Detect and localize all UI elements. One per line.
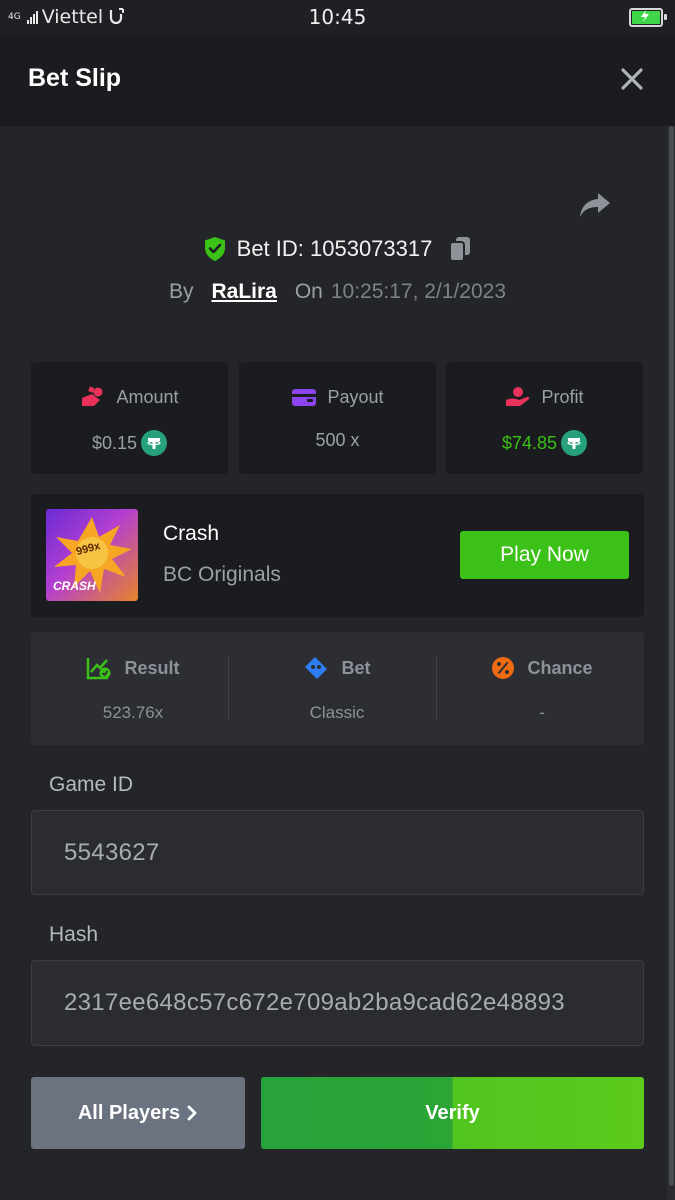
play-now-button[interactable]: Play Now [460, 531, 629, 579]
payout-header: Payout [239, 386, 436, 408]
amount-value-row: $0.15 [31, 430, 228, 456]
thumb-title: CRASH [53, 579, 96, 593]
close-icon[interactable] [619, 66, 645, 92]
amount-card: Amount $0.15 [31, 362, 228, 474]
profit-header: Profit [446, 386, 643, 408]
game-card: 999x CRASH Crash BC Originals Play Now [31, 494, 644, 617]
coin-hand-icon [82, 386, 103, 406]
game-id-field[interactable]: 5543627 [31, 810, 644, 895]
game-id-label: Game ID [49, 773, 134, 796]
by-label: By [168, 280, 194, 303]
result-header: Result [31, 656, 235, 680]
hash-label: Hash [49, 923, 99, 946]
ticket-icon [305, 657, 328, 679]
bet-author-row: By RaLira On 10:25:17, 2/1/2023 [0, 280, 675, 304]
chevron-right-icon [187, 1105, 197, 1121]
payout-value: 500 x [315, 430, 360, 450]
amount-header: Amount [31, 386, 228, 408]
amount-value: $0.15 [91, 432, 138, 453]
bet-type-label: Bet [341, 657, 371, 678]
percent-icon [492, 657, 515, 679]
verify-button[interactable]: Verify [261, 1077, 644, 1149]
game-name: Crash [163, 522, 220, 545]
tether-icon [561, 430, 588, 456]
all-players-label: All Players [77, 1101, 181, 1124]
chance-header: Chance [440, 656, 644, 680]
battery-icon [629, 8, 667, 27]
bet-type-header: Bet [235, 656, 439, 680]
page-title: Bet Slip [28, 64, 122, 92]
on-label: On [294, 280, 323, 303]
result-label: Result [124, 657, 180, 678]
result-value: 523.76x [102, 703, 164, 722]
status-bar: 4G Viettel 10:45 [0, 0, 675, 34]
bet-info-card: Result 523.76x Bet Classic Chance - [31, 632, 644, 745]
divider [228, 656, 229, 720]
verify-label: Verify [425, 1101, 480, 1124]
profit-value: $74.85 [501, 432, 558, 453]
chance-value: - [539, 703, 545, 722]
bet-datetime: 10:25:17, 2/1/2023 [330, 280, 507, 303]
wallet-icon [292, 389, 317, 406]
clock: 10:45 [308, 5, 367, 29]
username-link[interactable]: RaLira [211, 280, 276, 304]
result-column: Result 523.76x [31, 632, 235, 745]
chance-label: Chance [527, 657, 593, 678]
profit-label: Profit [541, 386, 584, 407]
chart-check-icon [87, 658, 111, 680]
bet-slip-header: Bet Slip [0, 34, 675, 126]
game-thumbnail[interactable]: 999x CRASH [46, 509, 138, 601]
tether-icon [141, 430, 168, 456]
payout-value-row: 500 x [239, 430, 436, 451]
divider [436, 656, 437, 720]
game-provider: BC Originals [163, 563, 281, 586]
bet-id-row: Bet ID: 1053073317 [0, 236, 675, 262]
payout-label: Payout [327, 386, 384, 407]
bet-type-value: Classic [309, 703, 365, 722]
chance-column: Chance - [440, 632, 644, 745]
bet-type-column: Bet Classic [235, 632, 439, 745]
bet-id: Bet ID: 1053073317 [236, 236, 433, 261]
copy-icon[interactable] [448, 236, 472, 262]
hash-field[interactable]: 2317ee648c57c672e709ab2ba9cad62e48893 [31, 960, 644, 1046]
payout-card: Payout 500 x [239, 362, 436, 474]
all-players-button[interactable]: All Players [31, 1077, 245, 1149]
hand-coin-icon [506, 387, 530, 406]
amount-label: Amount [116, 386, 179, 407]
game-id-value[interactable]: 5543627 [64, 839, 160, 867]
profit-value-row: $74.85 [446, 430, 643, 456]
profit-card: Profit $74.85 [446, 362, 643, 474]
verified-shield-icon [204, 237, 225, 261]
share-icon[interactable] [578, 190, 612, 220]
hash-value[interactable]: 2317ee648c57c672e709ab2ba9cad62e48893 [64, 989, 565, 1017]
